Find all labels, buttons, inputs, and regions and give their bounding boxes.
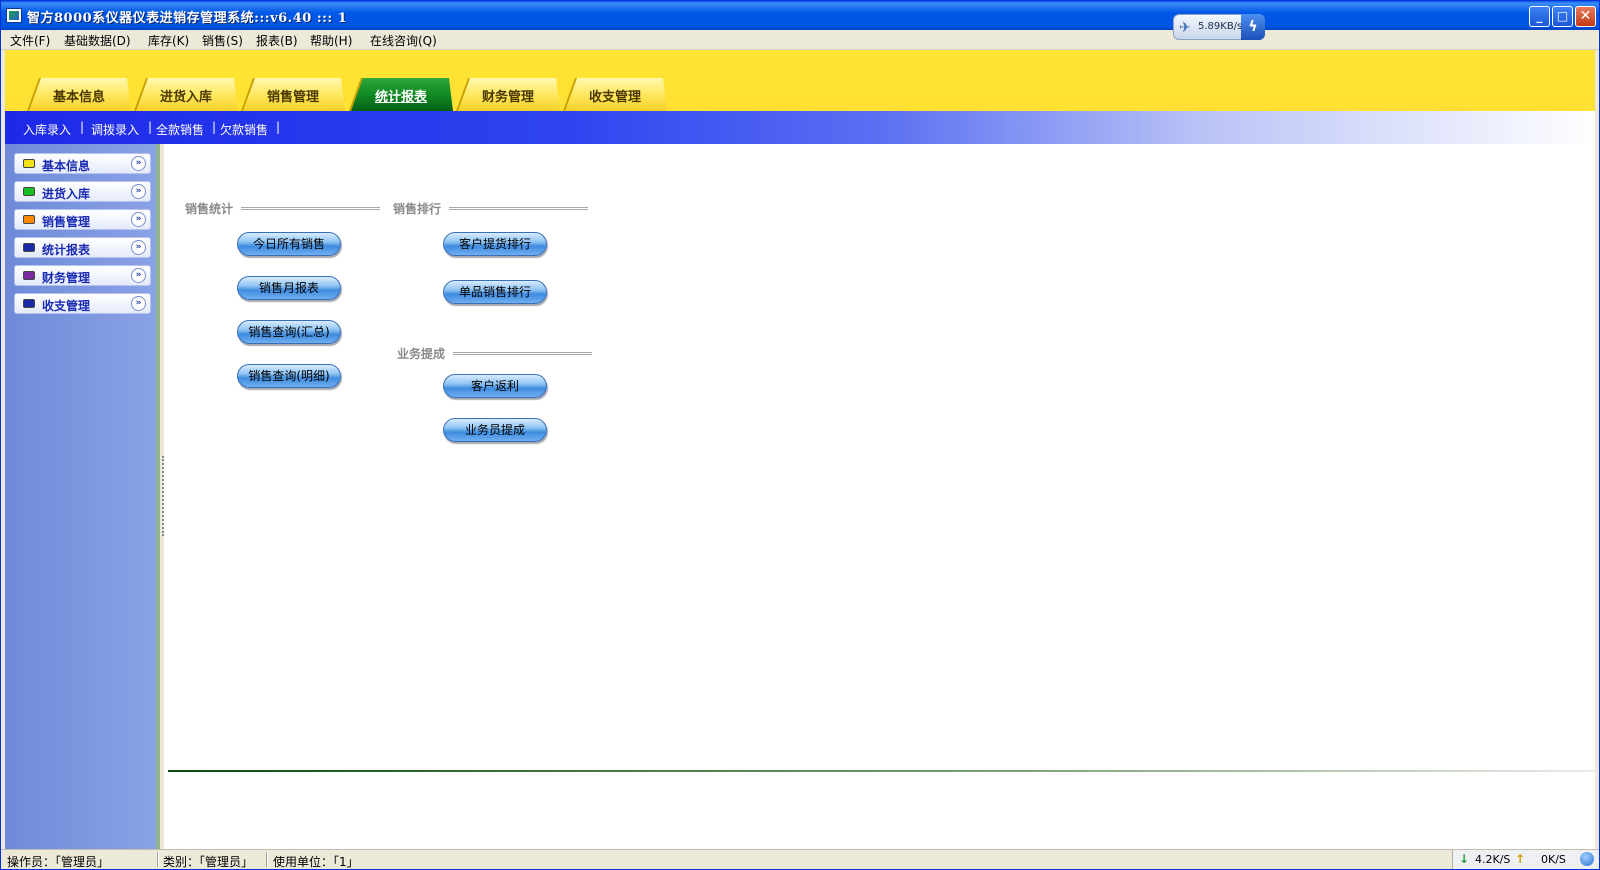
- subnav-separator: |: [212, 120, 217, 134]
- sidebar-item-label: 进货入库: [42, 187, 91, 201]
- sidebar-color-icon: [23, 187, 35, 196]
- product-sales-ranking-button[interactable]: 单品销售排行: [443, 280, 547, 304]
- chevron-down-icon[interactable]: »: [131, 156, 146, 171]
- content-divider: [168, 770, 1595, 772]
- bird-icon: ✈: [1179, 20, 1191, 36]
- sidebar-color-icon: [23, 271, 35, 280]
- upload-speed: 0K/S: [1541, 853, 1566, 866]
- upload-arrow-icon: ↑: [1515, 852, 1526, 866]
- section-divider: [241, 207, 380, 210]
- title-bar: 智方8000系仪器仪表进销存管理系统:::v6.40 ::: 1 _ □ ✕: [1, 1, 1599, 30]
- subnav-full-payment-sale[interactable]: 全款销售: [156, 121, 204, 138]
- subnav-separator: |: [80, 120, 85, 134]
- sidebar-item-income-expense[interactable]: 收支管理 »: [14, 293, 151, 314]
- today-all-sales-button[interactable]: 今日所有销售: [237, 232, 341, 256]
- sidebar-item-label: 统计报表: [42, 243, 91, 257]
- globe-icon[interactable]: [1580, 852, 1594, 866]
- status-unit: 使用单位：「1」: [273, 855, 359, 869]
- sidebar-item-label: 财务管理: [42, 271, 91, 285]
- tab-label: 基本信息: [52, 90, 105, 105]
- chevron-down-icon[interactable]: »: [131, 240, 146, 255]
- chevron-down-icon[interactable]: »: [131, 212, 146, 227]
- sidebar: 基本信息 » 进货入库 » 销售管理 » 统计报表 » 财务管理 » 收支管理 …: [5, 144, 160, 849]
- sidebar-item-label: 销售管理: [42, 215, 91, 229]
- sales-query-detail-button[interactable]: 销售查询(明细): [237, 364, 341, 388]
- menu-reports[interactable]: 报表(B): [256, 32, 298, 49]
- sub-nav-bar: 入库录入 | 调拨录入 | 全款销售 | 欠款销售 |: [5, 111, 1595, 144]
- menu-bar: 文件(F) 基础数据(D) 库存(K) 销售(S) 报表(B) 帮助(H) 在线…: [1, 30, 1599, 50]
- bolt-icon[interactable]: ϟ: [1241, 14, 1265, 40]
- monthly-sales-report-button[interactable]: 销售月报表: [237, 276, 341, 300]
- sidebar-color-icon: [23, 243, 35, 252]
- status-category: 类别：「管理员」: [163, 855, 254, 869]
- section-title: 销售统计: [185, 202, 234, 216]
- status-bar: 操作员：「管理员」 类别：「管理员」 使用单位：「1」 ↓ 4.2K/S ↑ 0…: [1, 849, 1599, 869]
- subnav-separator: |: [148, 120, 153, 134]
- sidebar-item-purchase[interactable]: 进货入库 »: [14, 181, 151, 202]
- module-tab-bar: 基本信息 进货入库 销售管理 统计报表 财务管理 收支管理: [5, 50, 1595, 111]
- subnav-stock-in-entry[interactable]: 入库录入: [23, 121, 71, 138]
- tab-label: 销售管理: [266, 90, 319, 105]
- tab-purchase[interactable]: 进货入库: [134, 78, 238, 111]
- sidebar-item-basic-info[interactable]: 基本信息 »: [14, 153, 151, 174]
- menu-sales[interactable]: 销售(S): [202, 32, 243, 49]
- section-title: 业务提成: [397, 347, 446, 361]
- network-speed-widget[interactable]: ✈ 5.89KB/s ϟ: [1173, 14, 1265, 40]
- section-divider: [453, 352, 592, 355]
- sidebar-item-label: 基本信息: [42, 159, 91, 173]
- app-window: 智方8000系仪器仪表进销存管理系统:::v6.40 ::: 1 _ □ ✕ ✈…: [0, 0, 1600, 870]
- main-content: 销售统计 今日所有销售 销售月报表 销售查询(汇总) 销售查询(明细) 销售排行…: [164, 144, 1595, 849]
- sidebar-item-finance[interactable]: 财务管理 »: [14, 265, 151, 286]
- tab-income-expense[interactable]: 收支管理: [563, 78, 667, 111]
- subnav-credit-sale[interactable]: 欠款销售: [220, 121, 268, 138]
- tab-label: 财务管理: [481, 90, 534, 105]
- menu-online-consult[interactable]: 在线咨询(Q): [370, 32, 437, 49]
- status-divider: [157, 852, 159, 867]
- customer-pickup-ranking-button[interactable]: 客户提货排行: [443, 232, 547, 256]
- section-commission: 业务提成: [397, 345, 597, 361]
- sidebar-color-icon: [23, 159, 35, 168]
- sidebar-color-icon: [23, 299, 35, 308]
- tab-label: 进货入库: [159, 90, 212, 105]
- menu-help[interactable]: 帮助(H): [310, 32, 352, 49]
- customer-rebate-button[interactable]: 客户返利: [443, 374, 547, 398]
- status-operator: 操作员：「管理员」: [7, 855, 110, 869]
- network-speed-indicator[interactable]: ↓ 4.2K/S ↑ 0K/S: [1452, 850, 1598, 869]
- menu-base-data[interactable]: 基础数据(D): [64, 32, 131, 49]
- section-divider: [449, 207, 588, 210]
- tab-label: 统计报表: [374, 90, 427, 105]
- menu-file[interactable]: 文件(F): [10, 32, 50, 49]
- section-sales-ranking: 销售排行: [393, 200, 593, 216]
- download-arrow-icon: ↓: [1459, 852, 1470, 866]
- tab-label: 收支管理: [588, 90, 641, 105]
- menu-inventory[interactable]: 库存(K): [148, 32, 189, 49]
- subnav-separator: |: [276, 120, 281, 134]
- chevron-down-icon[interactable]: »: [131, 268, 146, 283]
- tab-basic-info[interactable]: 基本信息: [27, 78, 131, 111]
- minimize-button[interactable]: _: [1529, 6, 1550, 27]
- sidebar-item-stat-reports[interactable]: 统计报表 »: [14, 237, 151, 258]
- tab-stat-reports[interactable]: 统计报表: [349, 78, 453, 111]
- close-button[interactable]: ✕: [1575, 6, 1596, 27]
- tab-sales-mgmt[interactable]: 销售管理: [241, 78, 345, 111]
- chevron-down-icon[interactable]: »: [131, 296, 146, 311]
- subnav-transfer-entry[interactable]: 调拨录入: [91, 121, 139, 138]
- sidebar-color-icon: [23, 215, 35, 224]
- sales-query-summary-button[interactable]: 销售查询(汇总): [237, 320, 341, 344]
- window-title: 智方8000系仪器仪表进销存管理系统:::v6.40 ::: 1: [27, 11, 348, 26]
- status-divider: [266, 852, 268, 867]
- section-title: 销售排行: [393, 202, 442, 216]
- download-speed: 4.2K/S: [1475, 853, 1511, 866]
- sidebar-item-label: 收支管理: [42, 299, 91, 313]
- sidebar-item-sales-mgmt[interactable]: 销售管理 »: [14, 209, 151, 230]
- maximize-button[interactable]: □: [1552, 6, 1573, 27]
- salesperson-commission-button[interactable]: 业务员提成: [443, 418, 547, 442]
- chevron-down-icon[interactable]: »: [131, 184, 146, 199]
- network-speed-text: 5.89KB/s: [1198, 21, 1243, 32]
- tab-finance[interactable]: 财务管理: [456, 78, 560, 111]
- app-icon[interactable]: [6, 8, 22, 23]
